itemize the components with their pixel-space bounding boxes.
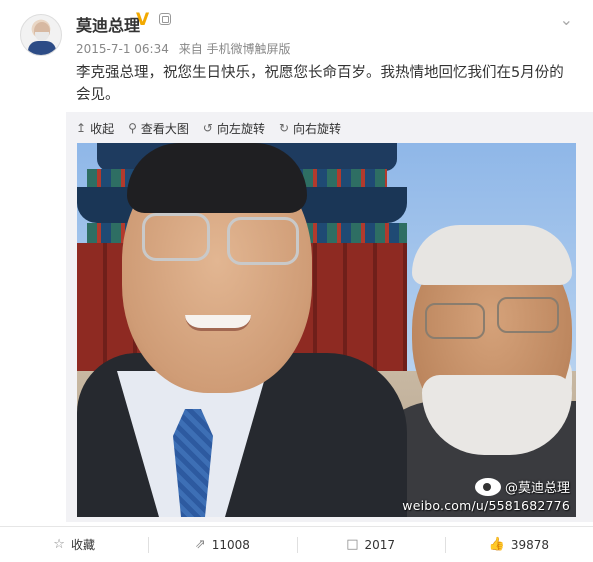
weibo-watermark: @莫迪总理 weibo.com/u/5581682776 <box>402 477 570 513</box>
action-bar: ☆ 收藏 ⇗ 11008 □ 2017 👍 39878 <box>0 526 593 562</box>
rotate-right-icon: ↻ <box>278 121 290 135</box>
rotate-left-label: 向左旋转 <box>216 121 265 136</box>
image-toolbar: ↥ 收起 ⚲ 查看大图 ↺ 向左旋转 ↻ 向右旋转 <box>76 118 341 138</box>
comment-icon: □ <box>346 537 359 552</box>
star-icon: ☆ <box>53 537 65 552</box>
photo-person-right-hair <box>412 225 572 285</box>
post-header: 莫迪总理 V ⌄ 2015-7-1 06:34 来自 手机微博触屏版 李克强总理… <box>0 0 593 112</box>
favorite-label: 收藏 <box>70 538 95 552</box>
verified-badge-icon: V <box>136 10 150 30</box>
repost-button[interactable]: ⇗ 11008 <box>148 527 296 562</box>
collapse-label: 收起 <box>90 121 115 136</box>
repost-count: 11008 <box>211 537 250 552</box>
like-count: 39878 <box>510 537 550 552</box>
author-name[interactable]: 莫迪总理 <box>76 12 140 36</box>
rotate-left-icon: ↺ <box>202 121 213 135</box>
favorite-button[interactable]: ☆ 收藏 <box>0 527 148 562</box>
rotate-right-button[interactable]: ↻ 向右旋转 <box>279 120 341 137</box>
like-button[interactable]: 👍 39878 <box>444 527 593 562</box>
avatar-body <box>28 41 56 55</box>
weibo-logo-icon <box>474 477 501 496</box>
repost-icon: ⇗ <box>194 537 206 552</box>
thumbs-up-icon: 👍 <box>488 537 505 552</box>
zoom-icon: ⚲ <box>128 121 137 135</box>
post-photo[interactable]: @莫迪总理 weibo.com/u/5581682776 <box>77 143 576 517</box>
view-large-button[interactable]: ⚲ 查看大图 <box>128 120 189 137</box>
avatar[interactable] <box>20 14 62 56</box>
avatar-beard <box>35 32 49 41</box>
rotate-left-button[interactable]: ↺ 向左旋转 <box>203 120 265 137</box>
watermark-handle: @莫迪总理 <box>504 481 570 496</box>
photo-person-left-hair <box>127 143 307 213</box>
comment-count: 2017 <box>364 537 396 552</box>
post-text: 李克强总理，祝您生日快乐，祝愿您长命百岁。我热情地回忆我们在5月份的会见。 <box>76 65 564 103</box>
chevron-down-icon[interactable]: ⌄ <box>560 10 573 29</box>
collapse-button[interactable]: ↥ 收起 <box>76 120 114 137</box>
comment-button[interactable]: □ 2017 <box>296 527 445 562</box>
watermark-url: weibo.com/u/5581682776 <box>402 498 570 513</box>
member-icon <box>159 13 171 25</box>
post-timestamp[interactable]: 2015-7-1 06:34 <box>76 42 169 56</box>
collapse-icon: ↥ <box>76 121 87 135</box>
view-large-label: 查看大图 <box>140 121 189 136</box>
post-meta: 2015-7-1 06:34 来自 手机微博触屏版 <box>76 40 297 57</box>
rotate-right-label: 向右旋转 <box>293 121 342 136</box>
post-source: 来自 手机微博触屏版 <box>178 42 291 56</box>
